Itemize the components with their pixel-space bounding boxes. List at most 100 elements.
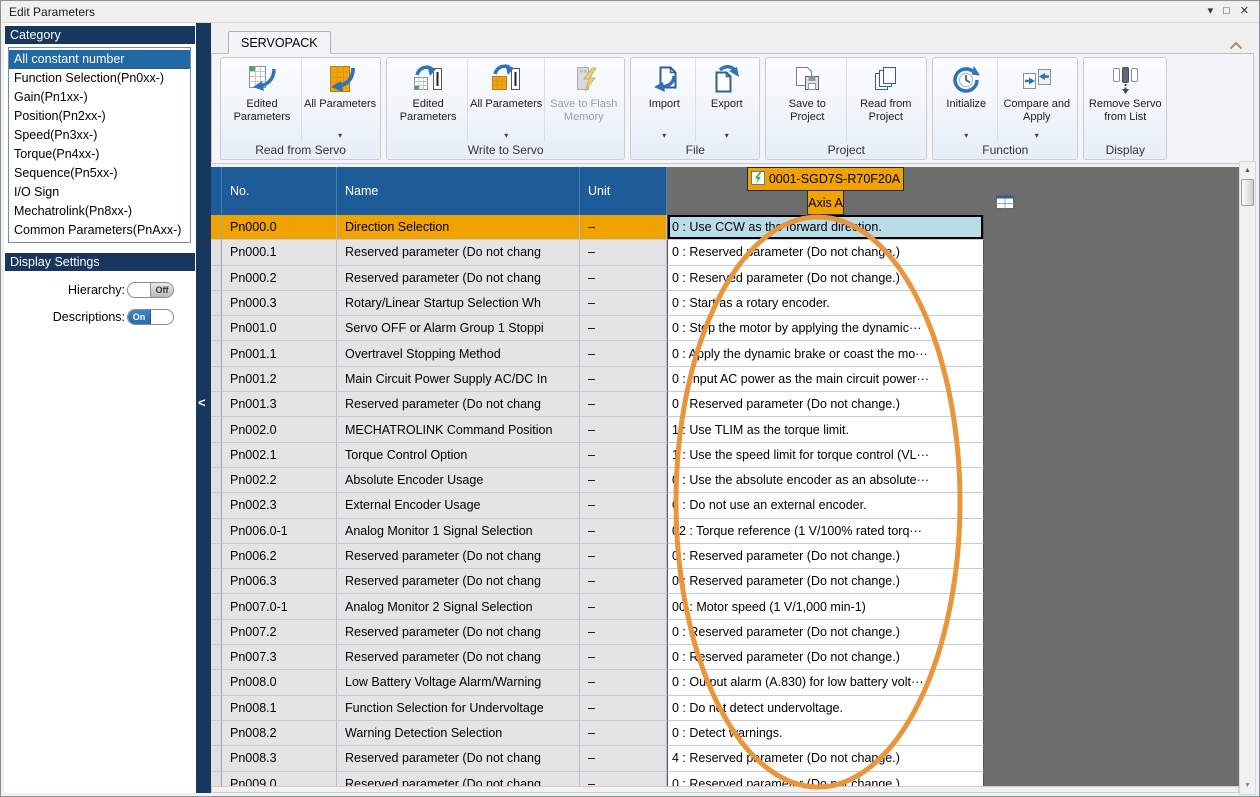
category-item-torque-pn4xx[interactable]: Torque(Pn4xx-) — [9, 145, 190, 164]
category-item-sequence-pn5xx[interactable]: Sequence(Pn5xx-) — [9, 164, 190, 183]
param-value[interactable]: 0 : Reserved parameter (Do not change.) — [667, 619, 984, 646]
vertical-scrollbar[interactable]: ▲ ▼ — [1239, 161, 1256, 795]
export-button[interactable]: Export ▾ — [695, 59, 757, 142]
param-unit[interactable]: – — [580, 265, 667, 291]
param-name[interactable]: Overtravel Stopping Method — [337, 341, 580, 367]
param-unit[interactable]: – — [580, 442, 667, 468]
param-name[interactable]: Torque Control Option — [337, 442, 580, 468]
row-indicator[interactable] — [211, 695, 222, 721]
param-value[interactable]: 0 : Start as a rotary encoder. — [667, 290, 984, 317]
param-unit[interactable]: – — [580, 215, 667, 241]
param-unit[interactable]: – — [580, 316, 667, 342]
read-all-parameters-button[interactable]: All Parameters ▾ — [301, 59, 378, 142]
param-no[interactable]: Pn006.2 — [222, 543, 337, 570]
param-unit[interactable]: – — [580, 417, 667, 443]
param-unit[interactable]: – — [580, 341, 667, 367]
ribbon-collapse-chevron-icon[interactable] — [1228, 38, 1244, 50]
category-item-gain-pn1xx[interactable]: Gain(Pn1xx-) — [9, 88, 190, 107]
param-no[interactable]: Pn001.1 — [222, 341, 337, 367]
category-item-function-selection-pn0xx[interactable]: Function Selection(Pn0xx-) — [9, 69, 190, 88]
grid-table-icon[interactable] — [996, 194, 1014, 215]
maximize-icon[interactable]: □ — [1223, 6, 1230, 17]
param-no[interactable]: Pn008.0 — [222, 670, 337, 696]
param-unit[interactable]: – — [580, 746, 667, 772]
param-value[interactable]: 0 : Reserved parameter (Do not change.) — [667, 265, 984, 291]
param-value[interactable]: 1 : Use TLIM as the torque limit. — [667, 417, 984, 443]
param-name[interactable]: Servo OFF or Alarm Group 1 Stoppi — [337, 316, 580, 342]
param-no[interactable]: Pn001.0 — [222, 316, 337, 342]
param-name[interactable]: Function Selection for Undervoltage — [337, 695, 580, 721]
param-name[interactable]: MECHATROLINK Command Position — [337, 417, 580, 443]
param-name[interactable]: External Encoder Usage — [337, 493, 580, 519]
category-item-common-parameters-pnaxx[interactable]: Common Parameters(PnAxx-) — [9, 221, 190, 240]
param-name[interactable]: Reserved parameter (Do not chang — [337, 569, 580, 595]
param-no[interactable]: Pn008.1 — [222, 695, 337, 721]
param-value[interactable]: 1 : Use the speed limit for torque contr… — [667, 442, 984, 468]
save-to-project-button[interactable]: Save to Project — [768, 59, 846, 142]
param-unit[interactable]: – — [580, 720, 667, 747]
category-item-speed-pn3xx[interactable]: Speed(Pn3xx-) — [9, 126, 190, 145]
read-edited-parameters-button[interactable]: Edited Parameters — [223, 59, 301, 142]
param-no[interactable]: Pn007.3 — [222, 645, 337, 671]
param-unit[interactable]: – — [580, 290, 667, 317]
param-unit[interactable]: – — [580, 619, 667, 646]
param-no[interactable]: Pn002.2 — [222, 467, 337, 494]
param-value[interactable]: 0 : Do not detect undervoltage. — [667, 695, 984, 721]
param-value[interactable]: 0 : Input AC power as the main circuit p… — [667, 366, 984, 393]
scroll-up-icon[interactable]: ▲ — [1240, 163, 1255, 178]
row-indicator[interactable] — [211, 467, 222, 494]
category-item-mechatrolink-pn8xx[interactable]: Mechatrolink(Pn8xx-) — [9, 202, 190, 221]
param-name[interactable]: Reserved parameter (Do not chang — [337, 240, 580, 266]
param-no[interactable]: Pn000.0 — [222, 215, 337, 241]
row-indicator[interactable] — [211, 720, 222, 747]
param-name[interactable]: Absolute Encoder Usage — [337, 467, 580, 494]
param-name[interactable]: Reserved parameter (Do not chang — [337, 392, 580, 418]
param-unit[interactable]: – — [580, 493, 667, 519]
row-indicator[interactable] — [211, 493, 222, 519]
param-name[interactable]: Rotary/Linear Startup Selection Wh — [337, 290, 580, 317]
close-icon[interactable]: ✕ — [1240, 6, 1249, 17]
row-indicator[interactable] — [211, 594, 222, 620]
param-unit[interactable]: – — [580, 543, 667, 570]
param-name[interactable]: Warning Detection Selection — [337, 720, 580, 747]
row-indicator[interactable] — [211, 543, 222, 570]
row-indicator[interactable] — [211, 240, 222, 266]
category-item-all-constant-number[interactable]: All constant number — [9, 50, 190, 69]
row-indicator[interactable] — [211, 569, 222, 595]
param-no[interactable]: Pn002.3 — [222, 493, 337, 519]
param-no[interactable]: Pn007.0-1 — [222, 594, 337, 620]
param-no[interactable]: Pn002.1 — [222, 442, 337, 468]
scroll-down-icon[interactable]: ▼ — [1240, 778, 1255, 793]
param-value[interactable]: 0 : Detect warnings. — [667, 720, 984, 747]
remove-servo-from-list-button[interactable]: Remove Servo from List — [1086, 59, 1164, 142]
param-no[interactable]: Pn000.2 — [222, 265, 337, 291]
row-indicator[interactable] — [211, 645, 222, 671]
param-value[interactable]: 0 : Reserved parameter (Do not change.) — [667, 392, 984, 418]
param-no[interactable]: Pn000.1 — [222, 240, 337, 266]
row-indicator[interactable] — [211, 265, 222, 291]
import-button[interactable]: Import ▾ — [633, 59, 695, 142]
row-indicator[interactable] — [211, 619, 222, 646]
param-value[interactable]: 0 : Stop the motor by applying the dynam… — [667, 316, 984, 342]
horizontal-scrollbar[interactable] — [211, 786, 1239, 793]
window-menu-caret-icon[interactable]: ▾ — [1208, 6, 1214, 17]
param-name[interactable]: Analog Monitor 1 Signal Selection — [337, 518, 580, 544]
scrollbar-thumb[interactable] — [1241, 179, 1254, 206]
param-name[interactable]: Analog Monitor 2 Signal Selection — [337, 594, 580, 620]
read-from-project-button[interactable]: Read from Project — [846, 59, 924, 142]
row-indicator[interactable] — [211, 417, 222, 443]
param-no[interactable]: Pn000.3 — [222, 290, 337, 317]
param-unit[interactable]: – — [580, 240, 667, 266]
param-value[interactable]: 0 : Do not use an external encoder. — [667, 493, 984, 519]
param-no[interactable]: Pn008.3 — [222, 746, 337, 772]
category-item-position-pn2xx[interactable]: Position(Pn2xx-) — [9, 107, 190, 126]
row-indicator[interactable] — [211, 290, 222, 317]
param-name[interactable]: Reserved parameter (Do not chang — [337, 746, 580, 772]
descriptions-toggle[interactable]: On — [127, 308, 174, 325]
param-name[interactable]: Low Battery Voltage Alarm/Warning — [337, 670, 580, 696]
param-unit[interactable]: – — [580, 467, 667, 494]
param-no[interactable]: Pn006.0-1 — [222, 518, 337, 544]
param-value[interactable]: 00 : Motor speed (1 V/1,000 min-1) — [667, 594, 984, 620]
param-value[interactable]: 0 : Use CCW as the forward direction. — [667, 215, 984, 241]
category-item-i-o-sign[interactable]: I/O Sign — [9, 183, 190, 202]
